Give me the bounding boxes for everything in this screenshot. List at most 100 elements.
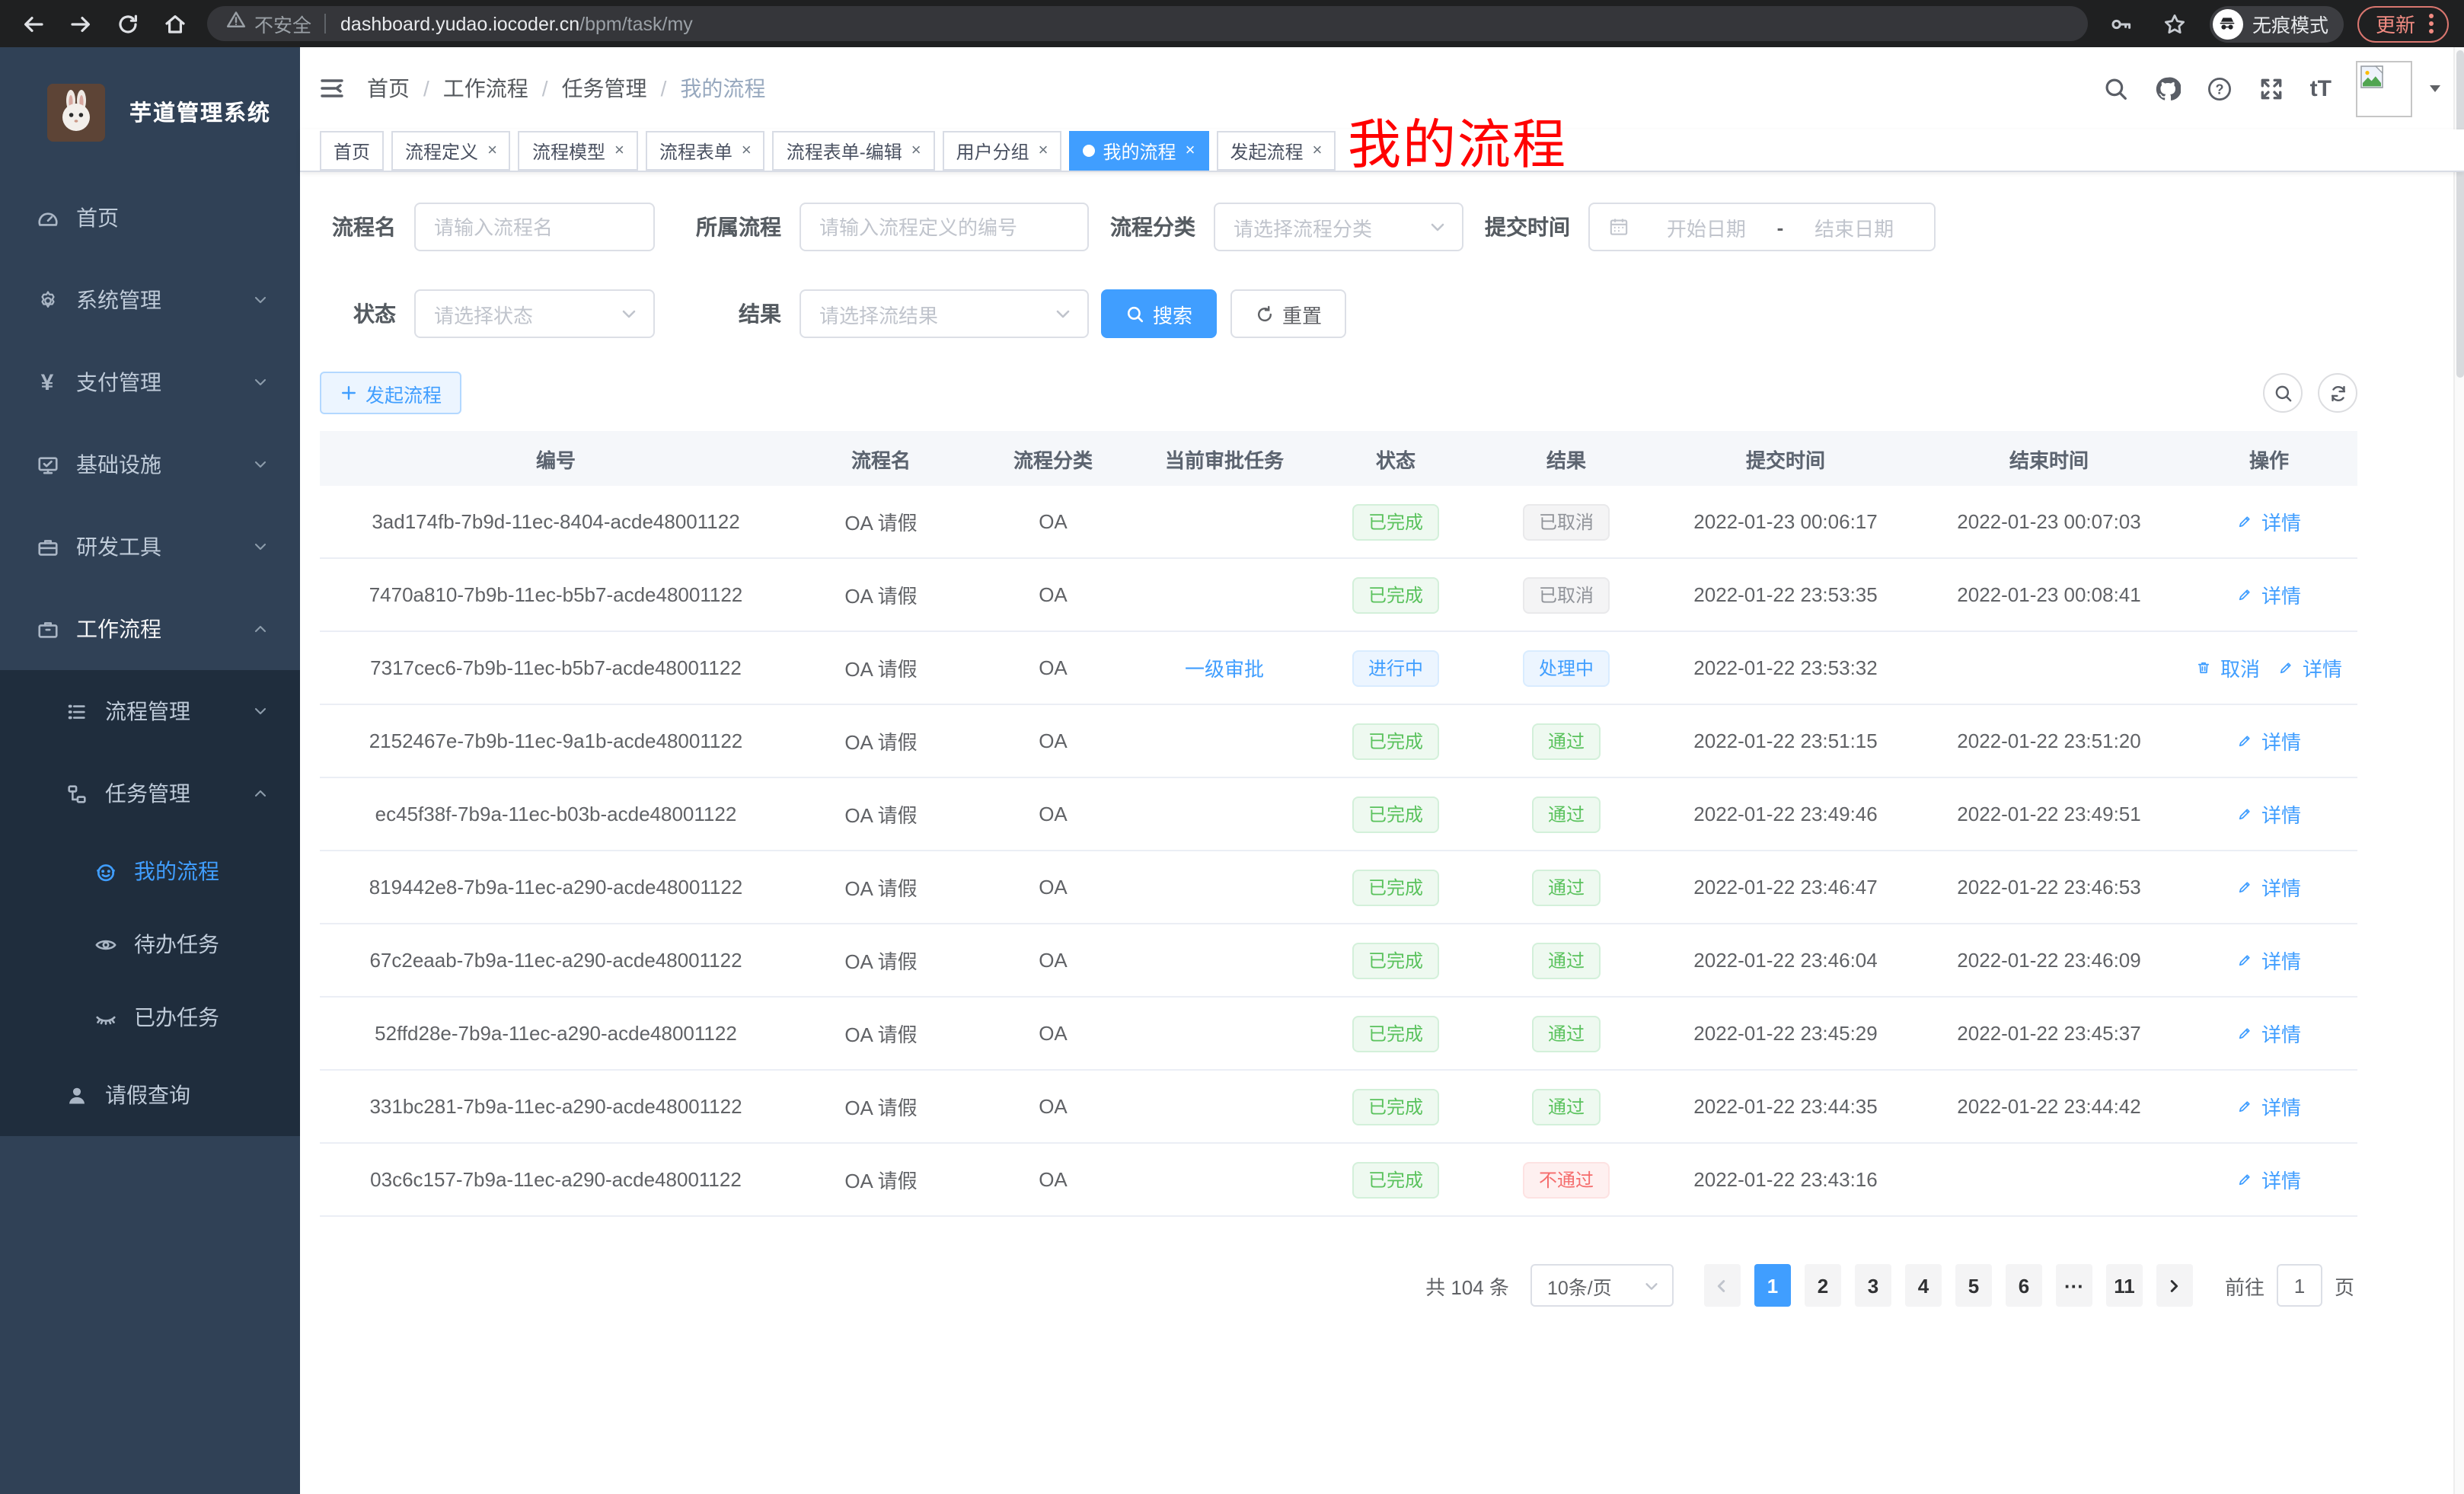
avatar-caret-icon[interactable]	[2427, 81, 2443, 96]
sidebar-item-todo-tasks[interactable]: 待办任务	[0, 908, 300, 981]
detail-action-link[interactable]: 详情	[2237, 1019, 2301, 1048]
tab-close-icon[interactable]: ×	[614, 142, 624, 160]
detail-action-link[interactable]: 详情	[2237, 726, 2301, 755]
detail-action-link[interactable]: 详情	[2237, 507, 2301, 536]
category-select[interactable]: 请选择流程分类	[1214, 203, 1463, 251]
action-label: 详情	[2261, 507, 2301, 536]
prev-page-button[interactable]	[1704, 1264, 1741, 1307]
sidebar-item-process-mgmt[interactable]: 流程管理	[0, 670, 300, 752]
sidebar-item-task-mgmt[interactable]: 任务管理	[0, 752, 300, 835]
page-button-1[interactable]: 1	[1754, 1264, 1791, 1307]
page-ellipsis[interactable]: ···	[2056, 1264, 2092, 1307]
status-cell: 已完成	[1313, 503, 1479, 540]
font-size-icon[interactable]: tT	[2310, 75, 2332, 101]
page-button-5[interactable]: 5	[1955, 1264, 1992, 1307]
forward-icon[interactable]	[62, 5, 99, 42]
breadcrumb-item[interactable]: 首页	[367, 73, 410, 104]
reload-icon[interactable]	[110, 5, 146, 42]
reset-button[interactable]: 重置	[1230, 289, 1346, 338]
github-icon[interactable]	[2155, 75, 2181, 101]
tab-close-icon[interactable]: ×	[1312, 142, 1322, 160]
column-header: 提交时间	[1654, 444, 1917, 473]
page-button-6[interactable]: 6	[2006, 1264, 2042, 1307]
page-scrollbar[interactable]	[2453, 47, 2464, 1494]
browser-menu-icon[interactable]	[2424, 11, 2438, 37]
table-header-row: 编号流程名流程分类当前审批任务状态结果提交时间结束时间操作	[320, 431, 2357, 486]
create-process-button[interactable]: 发起流程	[320, 372, 461, 414]
page-button-2[interactable]: 2	[1805, 1264, 1841, 1307]
detail-action-link[interactable]: 详情	[2237, 1092, 2301, 1121]
result-cell: 通过	[1479, 723, 1654, 759]
breadcrumb-item[interactable]: 工作流程	[443, 73, 528, 104]
tab-label: 发起流程	[1230, 138, 1303, 164]
tab-close-icon[interactable]: ×	[911, 142, 921, 160]
search-icon[interactable]	[2103, 75, 2129, 101]
fullscreen-icon[interactable]	[2258, 75, 2284, 101]
url-domain: dashboard.yudao.iocoder.cn	[340, 13, 579, 34]
tab-我的流程[interactable]: 我的流程×	[1070, 131, 1209, 171]
tab-用户分组[interactable]: 用户分组×	[943, 131, 1062, 171]
tab-流程模型[interactable]: 流程模型×	[519, 131, 638, 171]
url-bar[interactable]: 不安全 dashboard.yudao.iocoder.cn/bpm/task/…	[207, 6, 2088, 41]
sidebar-item-devtools[interactable]: 研发工具	[0, 506, 300, 588]
tab-close-icon[interactable]: ×	[487, 142, 497, 160]
page-size-select[interactable]: 10条/页	[1530, 1264, 1674, 1307]
sidebar-collapse-icon[interactable]	[318, 75, 346, 102]
cancel-action-link[interactable]: 取消	[2196, 653, 2260, 682]
result-select[interactable]: 请选择流结果	[800, 289, 1089, 338]
sidebar-item-system[interactable]: 系统管理	[0, 259, 300, 341]
update-browser-button[interactable]: 更新	[2357, 5, 2449, 42]
sidebar-item-my-process[interactable]: 我的流程	[0, 835, 300, 908]
process-name-cell: OA 请假	[792, 580, 970, 609]
refresh-table-button[interactable]	[2318, 373, 2357, 413]
sidebar-item-done-tasks[interactable]: 已办任务	[0, 981, 300, 1054]
next-page-button[interactable]	[2156, 1264, 2193, 1307]
goto-page-input[interactable]	[2277, 1264, 2322, 1307]
tab-close-icon[interactable]: ×	[1186, 142, 1195, 160]
eye-icon	[93, 932, 117, 956]
tab-流程定义[interactable]: 流程定义×	[391, 131, 511, 171]
page-button-3[interactable]: 3	[1855, 1264, 1891, 1307]
process-id-cell: 7317cec6-7b9b-11ec-b5b7-acde48001122	[320, 656, 792, 679]
detail-action-link[interactable]: 详情	[2278, 653, 2342, 682]
page-button-11[interactable]: 11	[2106, 1264, 2143, 1307]
submit-time-cell: 2022-01-22 23:44:35	[1654, 1095, 1917, 1118]
submit-time-range-picker[interactable]: 开始日期 - 结束日期	[1588, 203, 1936, 251]
warning-icon	[225, 9, 247, 38]
chevron-down-icon	[1643, 1277, 1660, 1294]
back-icon[interactable]	[15, 5, 52, 42]
page-button-4[interactable]: 4	[1905, 1264, 1942, 1307]
tab-close-icon[interactable]: ×	[742, 142, 752, 160]
bookmark-star-icon[interactable]	[2156, 5, 2193, 42]
sidebar-item-payment[interactable]: ¥支付管理	[0, 341, 300, 423]
app-logo-row[interactable]: 芋道管理系统	[0, 47, 300, 177]
sidebar-item-infra[interactable]: 基础设施	[0, 423, 300, 506]
process-name-cell: OA 请假	[792, 1165, 970, 1194]
password-key-icon[interactable]	[2103, 5, 2140, 42]
tab-流程表单-编辑[interactable]: 流程表单-编辑×	[773, 131, 935, 171]
detail-action-link[interactable]: 详情	[2237, 873, 2301, 902]
search-button[interactable]: 搜索	[1101, 289, 1217, 338]
breadcrumb-item[interactable]: 任务管理	[562, 73, 647, 104]
show-search-toggle-button[interactable]	[2263, 373, 2303, 413]
tab-首页[interactable]: 首页	[320, 131, 384, 171]
detail-action-link[interactable]: 详情	[2237, 580, 2301, 609]
current-task-link[interactable]: 一级审批	[1185, 653, 1264, 682]
status-select[interactable]: 请选择状态	[414, 289, 655, 338]
detail-action-link[interactable]: 详情	[2237, 946, 2301, 975]
process-name-cell: OA 请假	[792, 800, 970, 828]
detail-action-link[interactable]: 详情	[2237, 800, 2301, 828]
tab-流程表单[interactable]: 流程表单×	[646, 131, 765, 171]
avatar[interactable]	[2356, 60, 2412, 117]
help-icon[interactable]: ?	[2207, 75, 2233, 101]
sidebar-item-leave-query[interactable]: 请假查询	[0, 1054, 300, 1136]
tab-close-icon[interactable]: ×	[1039, 142, 1048, 160]
tab-发起流程[interactable]: 发起流程 ×	[1216, 131, 1336, 171]
home-icon[interactable]	[157, 5, 193, 42]
scrollbar-thumb[interactable]	[2456, 50, 2464, 378]
sidebar-item-home[interactable]: 首页	[0, 177, 300, 259]
parent-process-input[interactable]	[800, 203, 1089, 251]
sidebar-item-workflow[interactable]: 工作流程	[0, 588, 300, 670]
process-name-input[interactable]	[414, 203, 655, 251]
detail-action-link[interactable]: 详情	[2237, 1165, 2301, 1194]
